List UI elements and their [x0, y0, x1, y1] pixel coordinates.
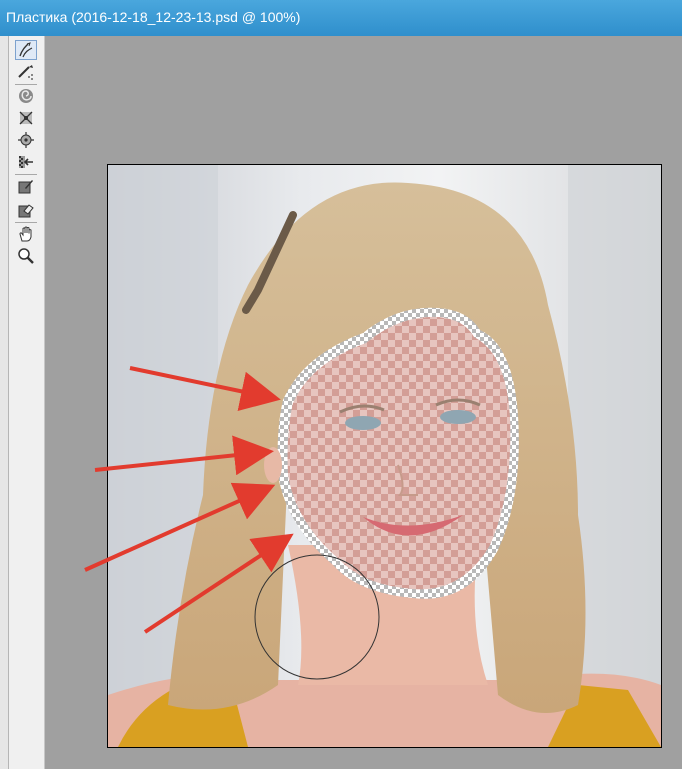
annotation-arrows: [84, 366, 294, 634]
arrow-2: [94, 435, 274, 476]
arrow-3: [84, 482, 276, 572]
arrow-1: [129, 366, 281, 412]
arrow-4: [143, 533, 294, 634]
